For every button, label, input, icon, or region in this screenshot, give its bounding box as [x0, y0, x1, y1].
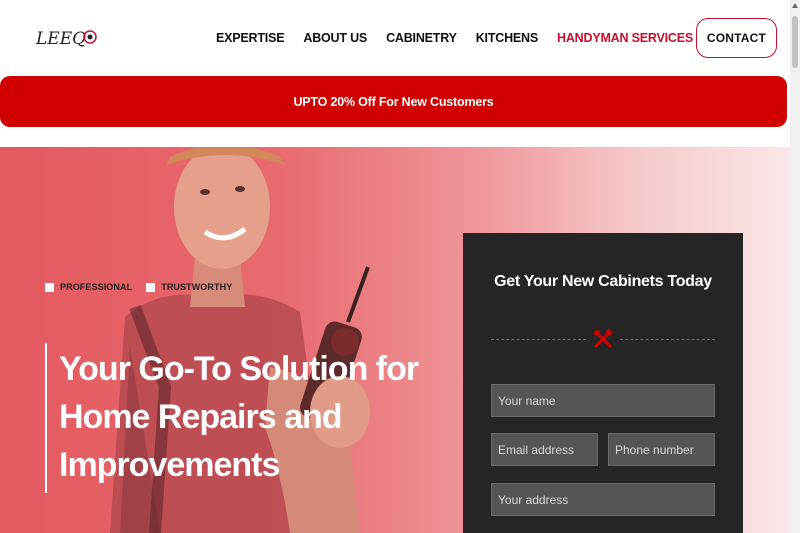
form-title: Get Your New Cabinets Today	[494, 273, 712, 290]
logo-icon: LEEQ	[35, 29, 97, 49]
nav-cabinetry[interactable]: CABINETRY	[386, 31, 457, 45]
quote-form-card: Get Your New Cabinets Today Your name Em…	[463, 233, 743, 533]
divider-right	[620, 339, 715, 340]
hero-title-line-2: Home Repairs and	[59, 398, 343, 436]
promo-banner[interactable]: UPTO 20% Off For New Customers	[0, 76, 787, 127]
nav-handyman-services[interactable]: HANDYMAN SERVICES	[557, 31, 693, 45]
nav-expertise[interactable]: EXPERTISE	[216, 31, 285, 45]
hero-tags: PROFESSIONAL TRUSTWORTHY	[45, 282, 246, 292]
divider-left	[491, 339, 586, 340]
nav-about-us[interactable]: ABOUT US	[303, 31, 367, 45]
phone-input[interactable]: Phone number	[608, 433, 715, 466]
main-nav: EXPERTISE ABOUT US CABINETRY KITCHENS HA…	[216, 31, 712, 45]
scroll-thumb[interactable]	[792, 16, 798, 68]
site-header: LEEQ EXPERTISE ABOUT US CABINETRY KITCHE…	[0, 0, 790, 76]
nav-kitchens[interactable]: KITCHENS	[476, 31, 538, 45]
page-scrollbar[interactable]	[790, 0, 800, 533]
name-input[interactable]: Your name	[491, 384, 715, 417]
hero-accent-line	[45, 343, 47, 493]
hero-title-line-1: Your Go-To Solution for	[59, 350, 419, 388]
tag-trustworthy: TRUSTWORTHY	[146, 282, 232, 292]
hero-title-line-3: Improvements	[59, 446, 280, 484]
email-input[interactable]: Email address	[491, 433, 598, 466]
logo[interactable]: LEEQ	[34, 22, 98, 54]
contact-button[interactable]: CONTACT	[696, 18, 777, 58]
checkbox-icon	[45, 282, 54, 292]
checkbox-icon	[146, 282, 156, 292]
logo-text: LEEQ	[35, 29, 86, 49]
promo-text: UPTO 20% Off For New Customers	[293, 94, 494, 109]
tools-icon	[594, 329, 613, 348]
hero-title: Your Go-To Solution for Home Repairs and…	[59, 345, 419, 489]
tag-professional: PROFESSIONAL	[45, 282, 132, 292]
scroll-up-arrow-icon[interactable]	[792, 3, 798, 8]
address-input[interactable]: Your address	[491, 483, 715, 516]
